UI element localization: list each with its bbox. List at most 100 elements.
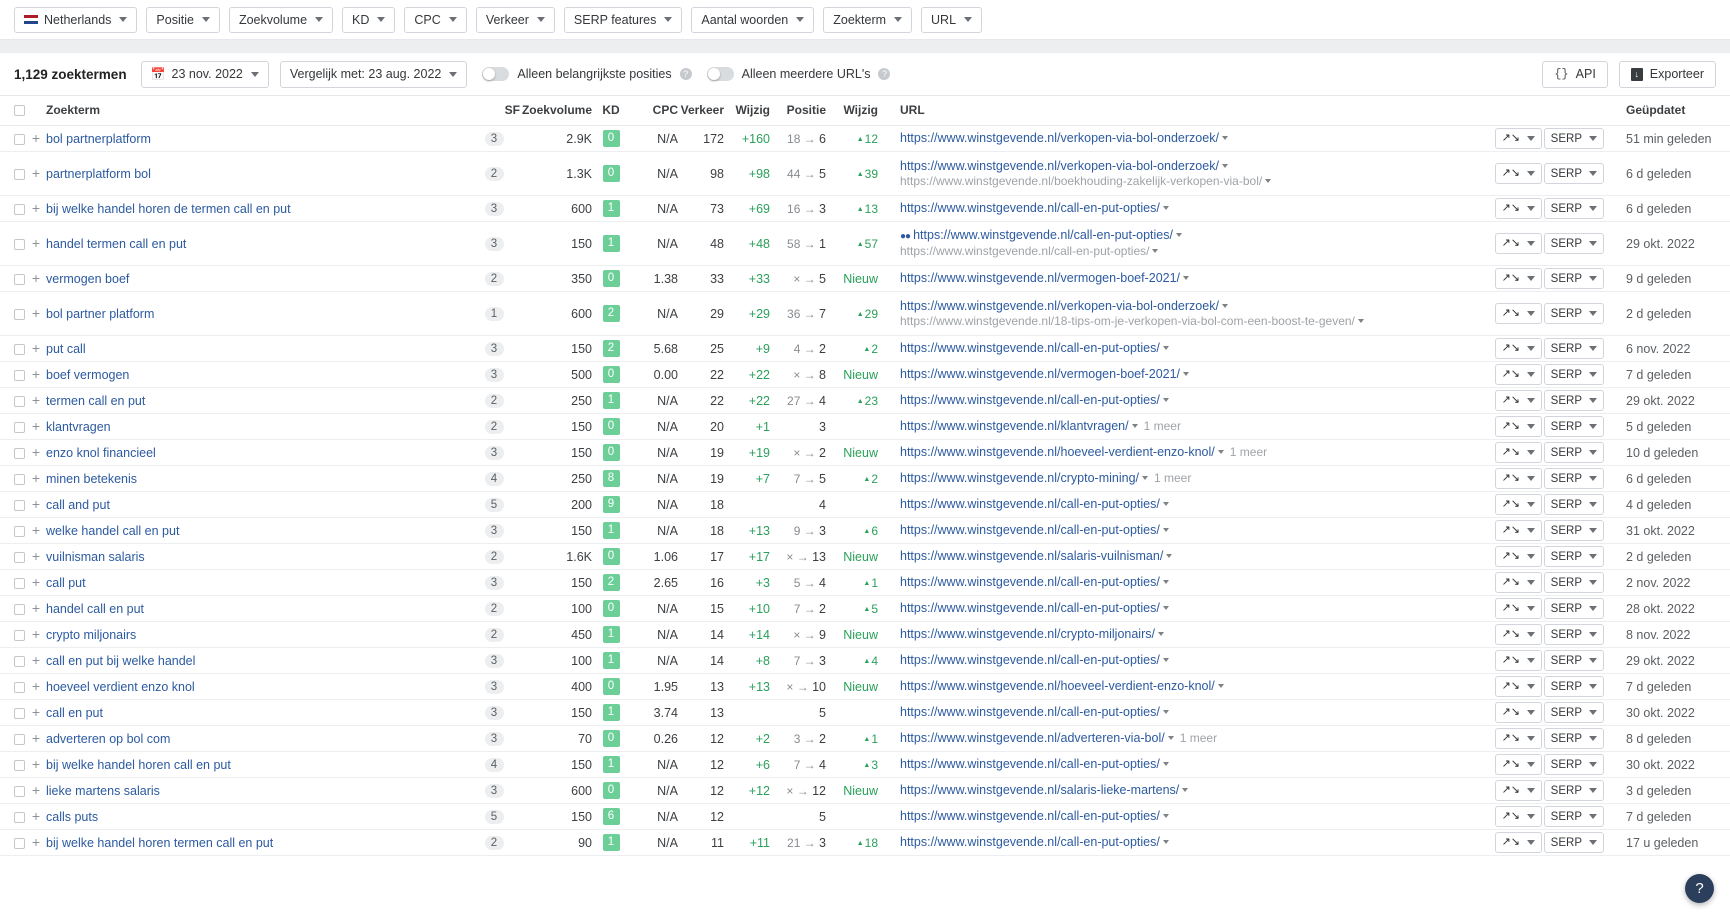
keyword-link[interactable]: hoeveel verdient enzo knol	[46, 680, 195, 694]
expand-row-icon[interactable]: +	[32, 366, 40, 382]
more-urls-link[interactable]: 1 meer	[1180, 731, 1217, 745]
row-checkbox[interactable]	[13, 551, 25, 563]
url-link[interactable]: https://www.winstgevende.nl/salaris-liek…	[900, 783, 1179, 797]
table-row[interactable]: + adverteren op bol com 3 70 0 0.2612 +2 3 → 2 1…	[0, 725, 1730, 752]
trend-chart-button[interactable]: ↗↘	[1494, 728, 1542, 749]
keyword-link[interactable]: crypto miljonairs	[46, 628, 136, 642]
expand-row-icon[interactable]: +	[32, 200, 40, 216]
col-change-position[interactable]: Wijzig	[826, 96, 878, 126]
expand-row-icon[interactable]: +	[32, 600, 40, 616]
row-checkbox[interactable]	[13, 525, 25, 537]
col-change-traffic[interactable]: Wijzig	[724, 96, 770, 126]
more-urls-link[interactable]: 1 meer	[1144, 419, 1181, 433]
keyword-link[interactable]: handel termen call en put	[46, 237, 186, 251]
serp-button[interactable]: SERP	[1543, 806, 1604, 827]
select-all-checkbox[interactable]	[13, 105, 25, 117]
expand-row-icon[interactable]: +	[32, 444, 40, 460]
chevron-down-icon[interactable]	[1183, 276, 1190, 280]
url-link[interactable]: https://www.winstgevende.nl/18-tips-om-j…	[900, 314, 1355, 328]
table-row[interactable]: + termen call en put 2 250 1 N/A22 +22 27 → 4 23…	[0, 387, 1730, 414]
expand-row-icon[interactable]: +	[32, 834, 40, 850]
url-link[interactable]: https://www.winstgevende.nl/salaris-vuil…	[900, 549, 1163, 563]
serp-button[interactable]: SERP	[1543, 624, 1604, 645]
serp-button[interactable]: SERP	[1543, 780, 1604, 801]
table-row[interactable]: + call put 3 150 2 2.6516 +3 5 → 4 1 https://www.…	[0, 569, 1730, 596]
chevron-down-icon[interactable]	[1142, 476, 1148, 480]
table-row[interactable]: + welke handel call en put 3 150 1 N/A 18 +13 9 …	[0, 517, 1730, 544]
col-sf[interactable]: SF	[468, 96, 520, 126]
row-checkbox[interactable]	[13, 603, 25, 615]
chevron-down-icon[interactable]	[1221, 136, 1228, 140]
chevron-down-icon[interactable]	[1183, 372, 1190, 376]
url-link[interactable]: https://www.winstgevende.nl/call-en-put-…	[900, 653, 1160, 667]
chevron-down-icon[interactable]	[1162, 814, 1169, 818]
trend-chart-button[interactable]: ↗↘	[1494, 338, 1542, 359]
trend-chart-button[interactable]: ↗↘	[1494, 650, 1542, 671]
url-link[interactable]: https://www.winstgevende.nl/call-en-put-…	[900, 809, 1160, 823]
chevron-down-icon[interactable]	[1217, 684, 1224, 688]
row-checkbox[interactable]	[13, 238, 25, 250]
chevron-down-icon[interactable]	[1162, 710, 1169, 714]
trend-chart-button[interactable]: ↗↘	[1494, 520, 1542, 541]
serp-button[interactable]: SERP	[1543, 233, 1604, 254]
expand-row-icon[interactable]: +	[32, 626, 40, 642]
table-row[interactable]: + bol partner platform 1 600 2 N/A 29 +29 36 → 7…	[0, 291, 1730, 336]
keyword-link[interactable]: call en put	[46, 706, 103, 720]
trend-chart-button[interactable]: ↗↘	[1494, 468, 1542, 489]
help-question-icon[interactable]: ?	[878, 68, 891, 80]
keyword-link[interactable]: call en put bij welke handel	[46, 654, 195, 668]
table-row[interactable]: + handel call en put 2 100 0 N/A15 +10 7 → 2 5 ht…	[0, 595, 1730, 622]
url-link[interactable]: https://www.winstgevende.nl/call-en-put-…	[900, 244, 1149, 258]
api-button[interactable]: {} API	[1542, 60, 1608, 88]
url-link[interactable]: https://www.winstgevende.nl/call-en-put-…	[900, 575, 1160, 589]
filter-button-search-volume[interactable]: Zoekvolume	[228, 6, 334, 33]
trend-chart-button[interactable]: ↗↘	[1494, 832, 1542, 853]
chevron-down-icon[interactable]	[1162, 502, 1169, 506]
filter-button-traffic[interactable]: Verkeer	[475, 6, 555, 33]
expand-row-icon[interactable]: +	[32, 392, 40, 408]
row-checkbox[interactable]	[13, 421, 25, 433]
col-position[interactable]: Positie	[770, 96, 826, 126]
url-link[interactable]: https://www.winstgevende.nl/vermogen-boe…	[900, 271, 1180, 285]
multiple-urls-toggle[interactable]	[706, 67, 734, 81]
row-checkbox[interactable]	[13, 343, 25, 355]
keyword-link[interactable]: bij welke handel horen call en put	[46, 758, 231, 772]
trend-chart-button[interactable]: ↗↘	[1494, 303, 1542, 324]
serp-button[interactable]: SERP	[1543, 520, 1604, 541]
row-checkbox[interactable]	[13, 811, 25, 823]
expand-row-icon[interactable]: +	[32, 730, 40, 746]
col-volume[interactable]: Zoekvolume	[520, 96, 592, 126]
table-row[interactable]: + partnerplatform bol 2 1.3K 0 N/A 98 +98 44 → 5…	[0, 151, 1730, 196]
col-traffic[interactable]: Verkeer	[678, 96, 724, 126]
keyword-link[interactable]: bij welke handel horen termen call en pu…	[46, 836, 273, 850]
url-link[interactable]: https://www.winstgevende.nl/call-en-put-…	[900, 601, 1160, 615]
expand-row-icon[interactable]: +	[32, 574, 40, 590]
expand-row-icon[interactable]: +	[32, 496, 40, 512]
row-checkbox[interactable]	[13, 499, 25, 511]
col-cpc[interactable]: CPC	[630, 96, 678, 126]
row-checkbox[interactable]	[13, 577, 25, 589]
expand-row-icon[interactable]: +	[32, 548, 40, 564]
chevron-down-icon[interactable]	[1152, 249, 1159, 253]
row-checkbox[interactable]	[13, 203, 25, 215]
serp-button[interactable]: SERP	[1543, 468, 1604, 489]
table-row[interactable]: + bij welke handel horen de termen call e…	[0, 195, 1730, 222]
chevron-down-icon[interactable]	[1166, 554, 1173, 558]
expand-row-icon[interactable]: +	[32, 418, 40, 434]
serp-button[interactable]: SERP	[1543, 390, 1604, 411]
keyword-link[interactable]: welke handel call en put	[46, 524, 179, 538]
row-checkbox[interactable]	[13, 707, 25, 719]
serp-button[interactable]: SERP	[1543, 598, 1604, 619]
url-link[interactable]: https://www.winstgevende.nl/verkopen-via…	[900, 131, 1219, 145]
serp-button[interactable]: SERP	[1543, 572, 1604, 593]
chevron-down-icon[interactable]	[1162, 658, 1169, 662]
expand-row-icon[interactable]: +	[32, 782, 40, 798]
keyword-link[interactable]: adverteren op bol com	[46, 732, 170, 746]
row-checkbox[interactable]	[13, 447, 25, 459]
filter-button-serp-features[interactable]: SERP features	[563, 6, 683, 33]
row-checkbox[interactable]	[13, 473, 25, 485]
chevron-down-icon[interactable]	[1162, 206, 1169, 210]
table-row[interactable]: + vermogen boef 2 350 0 1.38 33 +33 × → 5 Nieuw ht…	[0, 265, 1730, 292]
row-checkbox[interactable]	[13, 759, 25, 771]
table-row[interactable]: + call en put bij welke handel 3 100 1 N/A 14 +…	[0, 647, 1730, 674]
